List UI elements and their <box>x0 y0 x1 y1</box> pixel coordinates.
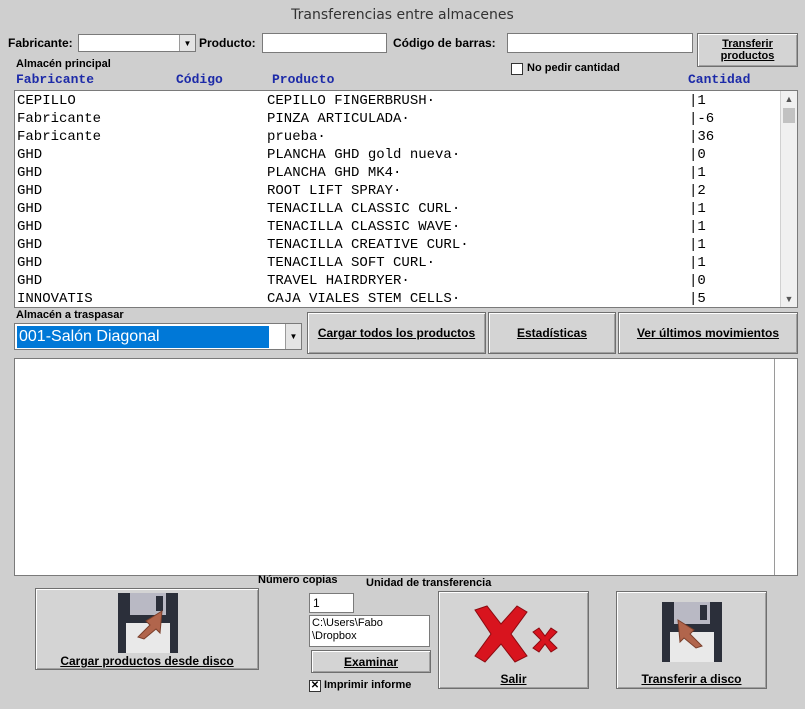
log-scrollbar[interactable] <box>774 359 797 575</box>
transferir-disco-label: Transferir a disco <box>641 672 742 686</box>
cell-producto: TENACILLA CLASSIC WAVE· <box>267 219 461 235</box>
table-row[interactable]: GHD TRAVEL HAIRDRYER· |0 <box>15 272 780 290</box>
cell-producto: PLANCHA GHD gold nueva· <box>267 147 461 163</box>
cell-cantidad: |1 <box>689 219 706 235</box>
codigo-barras-label: Código de barras: <box>393 36 496 50</box>
table-row[interactable]: GHD PLANCHA GHD gold nueva· |0 <box>15 146 780 164</box>
cell-fabricante: GHD <box>17 237 43 253</box>
cell-fabricante: GHD <box>17 183 43 199</box>
numero-copias-label: Número copias <box>258 574 338 586</box>
chevron-down-icon[interactable]: ▼ <box>179 35 195 51</box>
cell-fabricante: INNOVATIS <box>17 291 93 307</box>
cargar-todos-button[interactable]: Cargar todos los productos <box>307 312 486 354</box>
scroll-up-icon[interactable]: ▲ <box>781 91 797 107</box>
codigo-barras-input[interactable] <box>507 33 693 53</box>
cell-cantidad: |5 <box>689 291 706 307</box>
window-title: Transferencias entre almacenes <box>291 7 514 23</box>
table-row[interactable]: Fabricante PINZA ARTICULADA· |-6 <box>15 110 780 128</box>
no-pedir-checkbox[interactable] <box>511 63 523 75</box>
cell-producto: TRAVEL HAIRDRYER· <box>267 273 410 289</box>
producto-label: Producto: <box>199 36 256 50</box>
floppy-save-icon <box>662 602 722 662</box>
cell-cantidad: |2 <box>689 183 706 199</box>
scroll-down-icon[interactable]: ▼ <box>781 291 797 307</box>
cargar-disco-button[interactable]: Cargar productos desde disco <box>35 588 259 670</box>
cell-cantidad: |36 <box>689 129 715 145</box>
red-x-icon <box>474 605 558 663</box>
cell-producto: CEPILLO FINGERBRUSH· <box>267 93 436 109</box>
producto-input[interactable] <box>262 33 387 53</box>
unidad-transferencia-label: Unidad de transferencia <box>366 577 492 589</box>
transferir-disco-button[interactable]: Transferir a disco <box>616 591 767 689</box>
floppy-load-icon <box>118 593 178 653</box>
cell-producto: TENACILLA CLASSIC CURL· <box>267 201 461 217</box>
cell-fabricante: CEPILLO <box>17 93 76 109</box>
almacen-traspasar-select[interactable]: 001-Salón Diagonal ▼ <box>14 323 302 350</box>
cell-fabricante: GHD <box>17 147 43 163</box>
unidad-transferencia-input[interactable]: C:\Users\Fabo \Dropbox <box>309 615 430 647</box>
cell-cantidad: |0 <box>689 273 706 289</box>
cell-cantidad: |1 <box>689 93 706 109</box>
cell-cantidad: |0 <box>689 147 706 163</box>
cell-producto: PLANCHA GHD MK4· <box>267 165 402 181</box>
cell-fabricante: GHD <box>17 273 43 289</box>
column-header-producto: Producto <box>272 72 335 87</box>
product-list-scrollbar[interactable]: ▲ ▼ <box>780 91 797 307</box>
salir-button[interactable]: Salir <box>438 591 589 689</box>
column-header-codigo: Código <box>176 72 223 87</box>
no-pedir-label: No pedir cantidad <box>527 62 620 74</box>
estadisticas-button[interactable]: Estadísticas <box>488 312 616 354</box>
table-row[interactable]: GHD TENACILLA SOFT CURL· |1 <box>15 254 780 272</box>
fabricante-label: Fabricante: <box>8 36 73 50</box>
cell-producto: prueba· <box>267 129 326 145</box>
table-row[interactable]: Fabricante prueba· |36 <box>15 128 780 146</box>
almacen-principal-label: Almacén principal <box>16 58 111 70</box>
almacen-traspasar-value: 001-Salón Diagonal <box>17 326 269 348</box>
table-row[interactable]: INNOVATIS CAJA VIALES STEM CELLS· |5 <box>15 290 780 308</box>
cell-cantidad: |1 <box>689 255 706 271</box>
table-row[interactable]: GHD TENACILLA CREATIVE CURL· |1 <box>15 236 780 254</box>
log-textarea[interactable] <box>14 358 798 576</box>
cell-producto: ROOT LIFT SPRAY· <box>267 183 402 199</box>
transferir-productos-button[interactable]: Transferir productos <box>697 33 798 67</box>
cell-producto: TENACILLA CREATIVE CURL· <box>267 237 469 253</box>
cell-cantidad: |-6 <box>689 111 715 127</box>
imprimir-label: Imprimir informe <box>324 679 412 691</box>
cell-cantidad: |1 <box>689 237 706 253</box>
almacen-traspasar-label: Almacén a traspasar <box>16 309 124 321</box>
table-row[interactable]: GHD ROOT LIFT SPRAY· |2 <box>15 182 780 200</box>
fabricante-combo[interactable]: ▼ <box>78 34 196 52</box>
numero-copias-input[interactable]: 1 <box>309 593 354 613</box>
cell-fabricante: Fabricante <box>17 111 102 127</box>
cell-fabricante: GHD <box>17 219 43 235</box>
table-row[interactable]: GHD TENACILLA CLASSIC CURL· |1 <box>15 200 780 218</box>
cell-producto: CAJA VIALES STEM CELLS· <box>267 291 461 307</box>
table-row[interactable]: CEPILLO CEPILLO FINGERBRUSH· |1 <box>15 92 780 110</box>
cell-fabricante: GHD <box>17 201 43 217</box>
cell-fabricante: GHD <box>17 165 43 181</box>
imprimir-checkbox[interactable]: ✕ <box>309 680 321 692</box>
cell-fabricante: Fabricante <box>17 129 102 145</box>
table-row[interactable]: GHD TENACILLA CLASSIC WAVE· |1 <box>15 218 780 236</box>
salir-label: Salir <box>500 672 527 686</box>
cell-cantidad: |1 <box>689 201 706 217</box>
examinar-button[interactable]: Examinar <box>311 650 431 673</box>
column-header-cantidad: Cantidad <box>688 72 751 87</box>
table-row[interactable]: GHD PLANCHA GHD MK4· |1 <box>15 164 780 182</box>
cell-cantidad: |1 <box>689 165 706 181</box>
column-header-fabricante: Fabricante <box>16 72 95 87</box>
scroll-thumb[interactable] <box>783 108 795 123</box>
transferir-productos-label: Transferir productos <box>720 38 775 62</box>
cell-producto: TENACILLA SOFT CURL· <box>267 255 436 271</box>
chevron-down-icon[interactable]: ▼ <box>285 324 301 349</box>
ver-movimientos-button[interactable]: Ver últimos movimientos <box>618 312 798 354</box>
cell-fabricante: GHD <box>17 255 43 271</box>
cargar-disco-label: Cargar productos desde disco <box>60 654 234 668</box>
cell-producto: PINZA ARTICULADA· <box>267 111 410 127</box>
product-list[interactable]: CEPILLO CEPILLO FINGERBRUSH· |1 Fabricante P… <box>14 90 798 308</box>
